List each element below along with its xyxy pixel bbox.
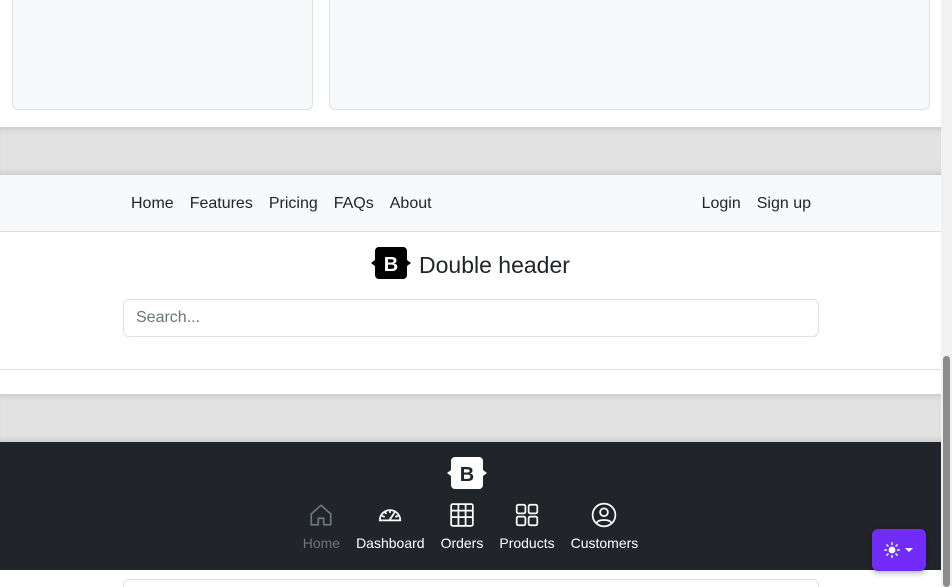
signup-link[interactable]: Sign up: [749, 195, 819, 213]
nav-item-customers[interactable]: Customers: [563, 502, 647, 551]
grid-icon: [515, 503, 539, 527]
nav-item-label: Customers: [570, 535, 639, 551]
feature-card-right: [329, 0, 930, 110]
section-divider: [0, 127, 941, 175]
nav-item-dashboard[interactable]: Dashboard: [348, 502, 433, 551]
caret-down-icon: [905, 548, 913, 552]
top-nav: Home Features Pricing FAQs About Login S…: [0, 175, 941, 232]
page: Home Features Pricing FAQs About Login S…: [0, 0, 952, 587]
spacer-strip: [0, 370, 941, 394]
nav-item-label: Home: [302, 535, 341, 551]
cards-section: [0, 0, 941, 127]
nav-link-home[interactable]: Home: [123, 195, 182, 213]
nav-links-left: Home Features Pricing FAQs About: [123, 175, 440, 232]
nav-links-right: Login Sign up: [694, 175, 819, 232]
nav-item-products[interactable]: Products: [491, 502, 562, 551]
nav-link-about[interactable]: About: [382, 195, 440, 213]
double-header: B Double header: [0, 232, 941, 370]
search-input[interactable]: [123, 299, 819, 337]
icon-nav: Home Dashboard Orders Products Customers: [0, 502, 941, 551]
scrollbar-thumb[interactable]: [943, 356, 950, 587]
person-circle-icon: [592, 502, 617, 528]
nav-link-faqs[interactable]: FAQs: [326, 195, 382, 213]
next-search-input[interactable]: [123, 579, 819, 587]
nav-item-label: Dashboard: [356, 535, 425, 551]
brand-title: Double header: [419, 251, 570, 278]
bootstrap-logo-icon: B: [371, 246, 411, 284]
bootstrap-logo-icon[interactable]: B: [447, 457, 487, 494]
section-divider: [0, 394, 941, 442]
speedometer-icon: [379, 509, 402, 522]
dark-app-header: B Home Dashboard Orders Products Custome…: [0, 442, 941, 570]
svg-text:B: B: [460, 464, 474, 486]
scrollbar[interactable]: [941, 0, 952, 587]
nav-item-label: Products: [499, 535, 555, 551]
svg-text:B: B: [384, 254, 398, 276]
nav-item-home[interactable]: Home: [295, 502, 348, 551]
feature-card-left: [12, 0, 313, 110]
theme-toggle-button[interactable]: [872, 529, 926, 571]
nav-item-orders[interactable]: Orders: [433, 502, 492, 551]
login-link[interactable]: Login: [694, 195, 749, 213]
nav-item-label: Orders: [440, 535, 484, 551]
table-icon: [450, 503, 474, 527]
sun-icon: [884, 542, 900, 558]
nav-link-pricing[interactable]: Pricing: [261, 195, 326, 213]
nav-link-features[interactable]: Features: [182, 195, 261, 213]
home-icon: [310, 504, 332, 526]
brand[interactable]: B Double header: [371, 246, 570, 284]
